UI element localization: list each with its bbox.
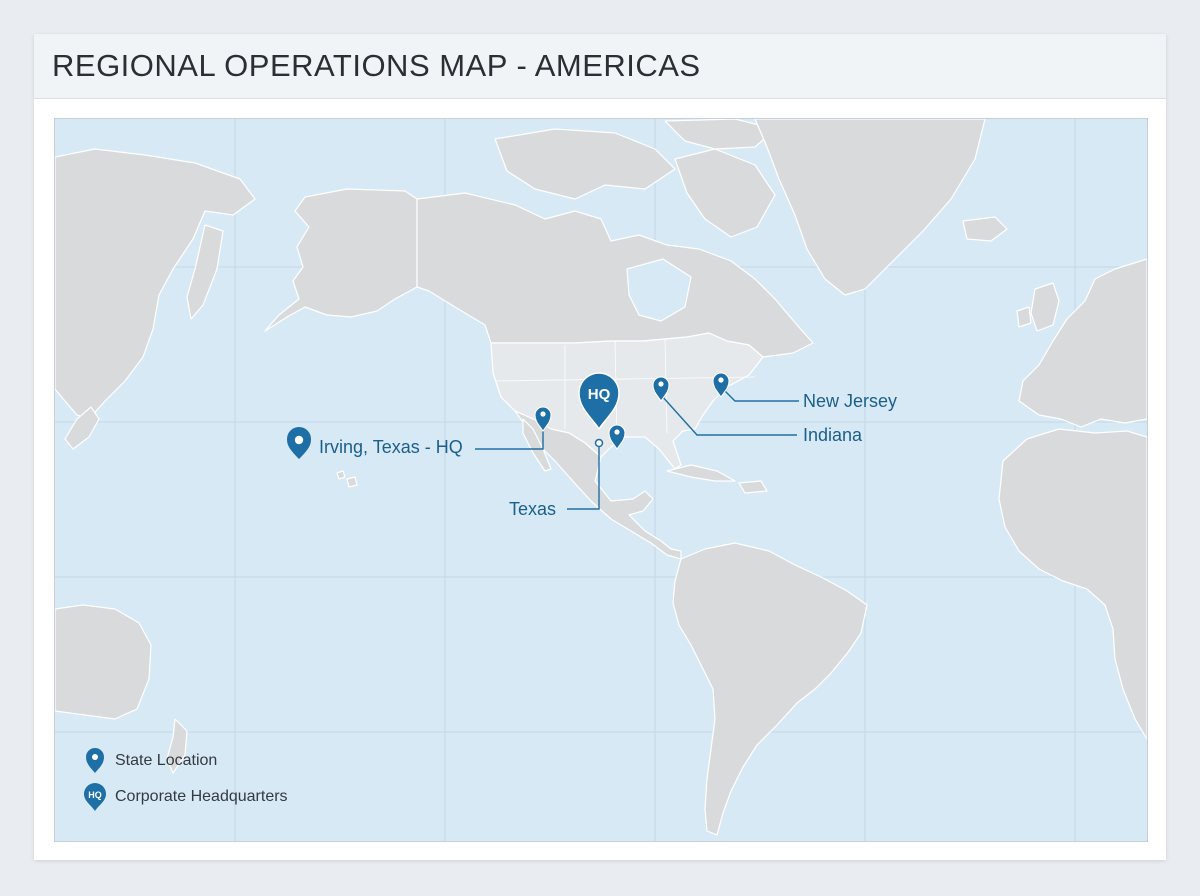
legend-hq-icon-text: HQ <box>88 790 102 800</box>
hq-pin-icon: HQ <box>84 783 106 811</box>
world-map[interactable]: HQ Irving, Texas - HQ Texas Indiana New … <box>55 119 1147 841</box>
legend-hq-label: Corporate Headquarters <box>115 788 288 805</box>
hq-pin-text: HQ <box>588 386 611 403</box>
hq-point <box>594 438 604 448</box>
map-card: REGIONAL OPERATIONS MAP - AMERICAS HQ Ir… <box>34 34 1166 860</box>
label-texas[interactable]: Texas <box>509 499 556 519</box>
map-pin-icon <box>86 748 104 773</box>
map-frame[interactable]: HQ Irving, Texas - HQ Texas Indiana New … <box>54 118 1148 842</box>
landmass-hawaii <box>336 470 346 480</box>
legend-state-label: State Location <box>115 752 218 769</box>
landmass-australia <box>55 604 152 720</box>
page-title: REGIONAL OPERATIONS MAP - AMERICAS <box>52 48 701 83</box>
label-indiana[interactable]: Indiana <box>803 425 863 445</box>
label-new-jersey[interactable]: New Jersey <box>803 391 897 411</box>
label-irving[interactable]: Irving, Texas - HQ <box>319 437 463 457</box>
title-bar: REGIONAL OPERATIONS MAP - AMERICAS <box>34 34 1166 99</box>
landmass-ireland <box>1016 306 1032 328</box>
landmass-hawaii-2 <box>346 476 358 488</box>
